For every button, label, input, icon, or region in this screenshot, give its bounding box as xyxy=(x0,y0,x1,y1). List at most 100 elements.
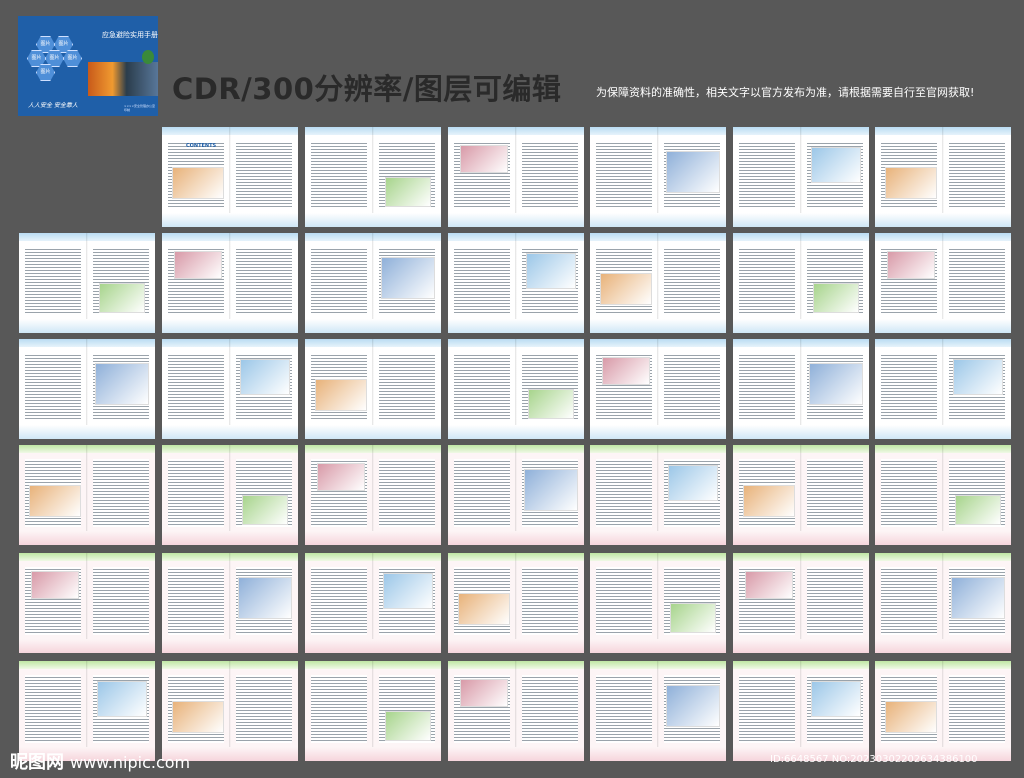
page-footer xyxy=(590,639,726,653)
page-spread-thumbnail xyxy=(162,553,298,653)
page-fold xyxy=(657,339,659,439)
page-spread-thumbnail xyxy=(590,445,726,545)
illustration-image xyxy=(238,577,292,619)
page-fold xyxy=(229,445,231,545)
tree-icon xyxy=(142,50,154,64)
page-fold xyxy=(86,339,88,439)
text-block xyxy=(596,459,652,527)
page-spread-thumbnail xyxy=(448,445,584,545)
text-block xyxy=(949,675,1005,743)
page-fold xyxy=(657,661,659,761)
page-fold xyxy=(800,445,802,545)
page-spread-thumbnail xyxy=(305,127,441,227)
page-spread-thumbnail xyxy=(733,661,869,761)
text-block xyxy=(664,353,720,421)
page-fold xyxy=(657,445,659,545)
page-fold xyxy=(657,127,659,227)
illustration-image xyxy=(29,485,81,517)
text-block xyxy=(25,675,81,743)
page-spread-thumbnail xyxy=(875,445,1011,545)
page-footer xyxy=(590,319,726,333)
illustration-image xyxy=(666,685,720,727)
page-fold xyxy=(800,127,802,227)
illustration-image xyxy=(460,145,508,173)
illustration-image xyxy=(885,701,937,733)
page-spread-thumbnail xyxy=(590,127,726,227)
page-fold xyxy=(515,445,517,545)
headline: CDR/300分辨率/图层可编辑 xyxy=(172,72,562,106)
page-spread-thumbnail xyxy=(305,445,441,545)
illustration-image xyxy=(668,465,718,501)
text-block xyxy=(93,459,149,527)
illustration-image xyxy=(172,701,224,733)
page-spread-thumbnail xyxy=(733,127,869,227)
page-spread-thumbnail xyxy=(875,339,1011,439)
illustration-image xyxy=(381,257,435,299)
page-spread-thumbnail xyxy=(162,339,298,439)
page-footer xyxy=(875,425,1011,439)
page-fold xyxy=(372,661,374,761)
page-spread-thumbnail xyxy=(875,127,1011,227)
illustration-image xyxy=(242,495,288,525)
illustration-image xyxy=(458,593,510,625)
page-fold xyxy=(515,339,517,439)
page-fold xyxy=(942,233,944,333)
page-footer xyxy=(448,747,584,761)
illustration-image xyxy=(951,577,1005,619)
illustration-image xyxy=(385,177,431,207)
text-block xyxy=(596,567,652,635)
page-fold xyxy=(372,445,374,545)
page-footer xyxy=(162,213,298,227)
hex-label: 图片 xyxy=(49,55,60,61)
page-fold xyxy=(86,553,88,653)
illustration-image xyxy=(383,573,433,609)
hex-label: 图片 xyxy=(58,41,69,47)
text-block xyxy=(25,247,81,315)
page-spread-thumbnail xyxy=(305,661,441,761)
cover-thumbnail: 应急避险实用手册 图片 图片 图片 图片 图片 图片 人人安全 安全靠人 ×××… xyxy=(18,16,158,116)
text-block xyxy=(739,141,795,209)
page-spread-thumbnail xyxy=(733,233,869,333)
illustration-image xyxy=(600,273,652,305)
illustration-image xyxy=(95,363,149,405)
page-footer xyxy=(590,425,726,439)
text-block xyxy=(454,459,510,527)
page-footer xyxy=(590,531,726,545)
watermark-url: www.nipic.com xyxy=(70,753,191,772)
page-footer xyxy=(733,639,869,653)
illustration-image xyxy=(885,167,937,199)
page-fold xyxy=(515,661,517,761)
text-block xyxy=(168,459,224,527)
page-spread-thumbnail xyxy=(875,553,1011,653)
page-spread-thumbnail xyxy=(448,661,584,761)
text-block xyxy=(949,247,1005,315)
page-footer xyxy=(162,319,298,333)
page-fold xyxy=(86,445,88,545)
text-block xyxy=(454,247,510,315)
page-spread-thumbnail xyxy=(875,233,1011,333)
page-footer xyxy=(448,531,584,545)
illustration-image xyxy=(31,571,79,599)
text-block xyxy=(807,567,863,635)
watermark-brand: 昵图网 xyxy=(10,752,64,773)
text-block xyxy=(168,353,224,421)
illustration-image xyxy=(666,151,720,193)
page-spread-thumbnail xyxy=(590,233,726,333)
page-footer xyxy=(162,531,298,545)
page-footer xyxy=(733,531,869,545)
page-footer xyxy=(305,213,441,227)
page-footer xyxy=(875,531,1011,545)
page-spread-thumbnail xyxy=(733,445,869,545)
illustration-image xyxy=(602,357,650,385)
text-block xyxy=(739,353,795,421)
page-footer xyxy=(19,319,155,333)
illustration-image xyxy=(887,251,935,279)
page-spread-thumbnail: CONTENTS xyxy=(162,127,298,227)
page-fold xyxy=(229,127,231,227)
page-spread-thumbnail xyxy=(448,339,584,439)
page-spread-thumbnail xyxy=(448,233,584,333)
page-spread-thumbnail xyxy=(875,661,1011,761)
page-footer xyxy=(305,747,441,761)
text-block xyxy=(807,459,863,527)
page-spread-thumbnail xyxy=(19,445,155,545)
